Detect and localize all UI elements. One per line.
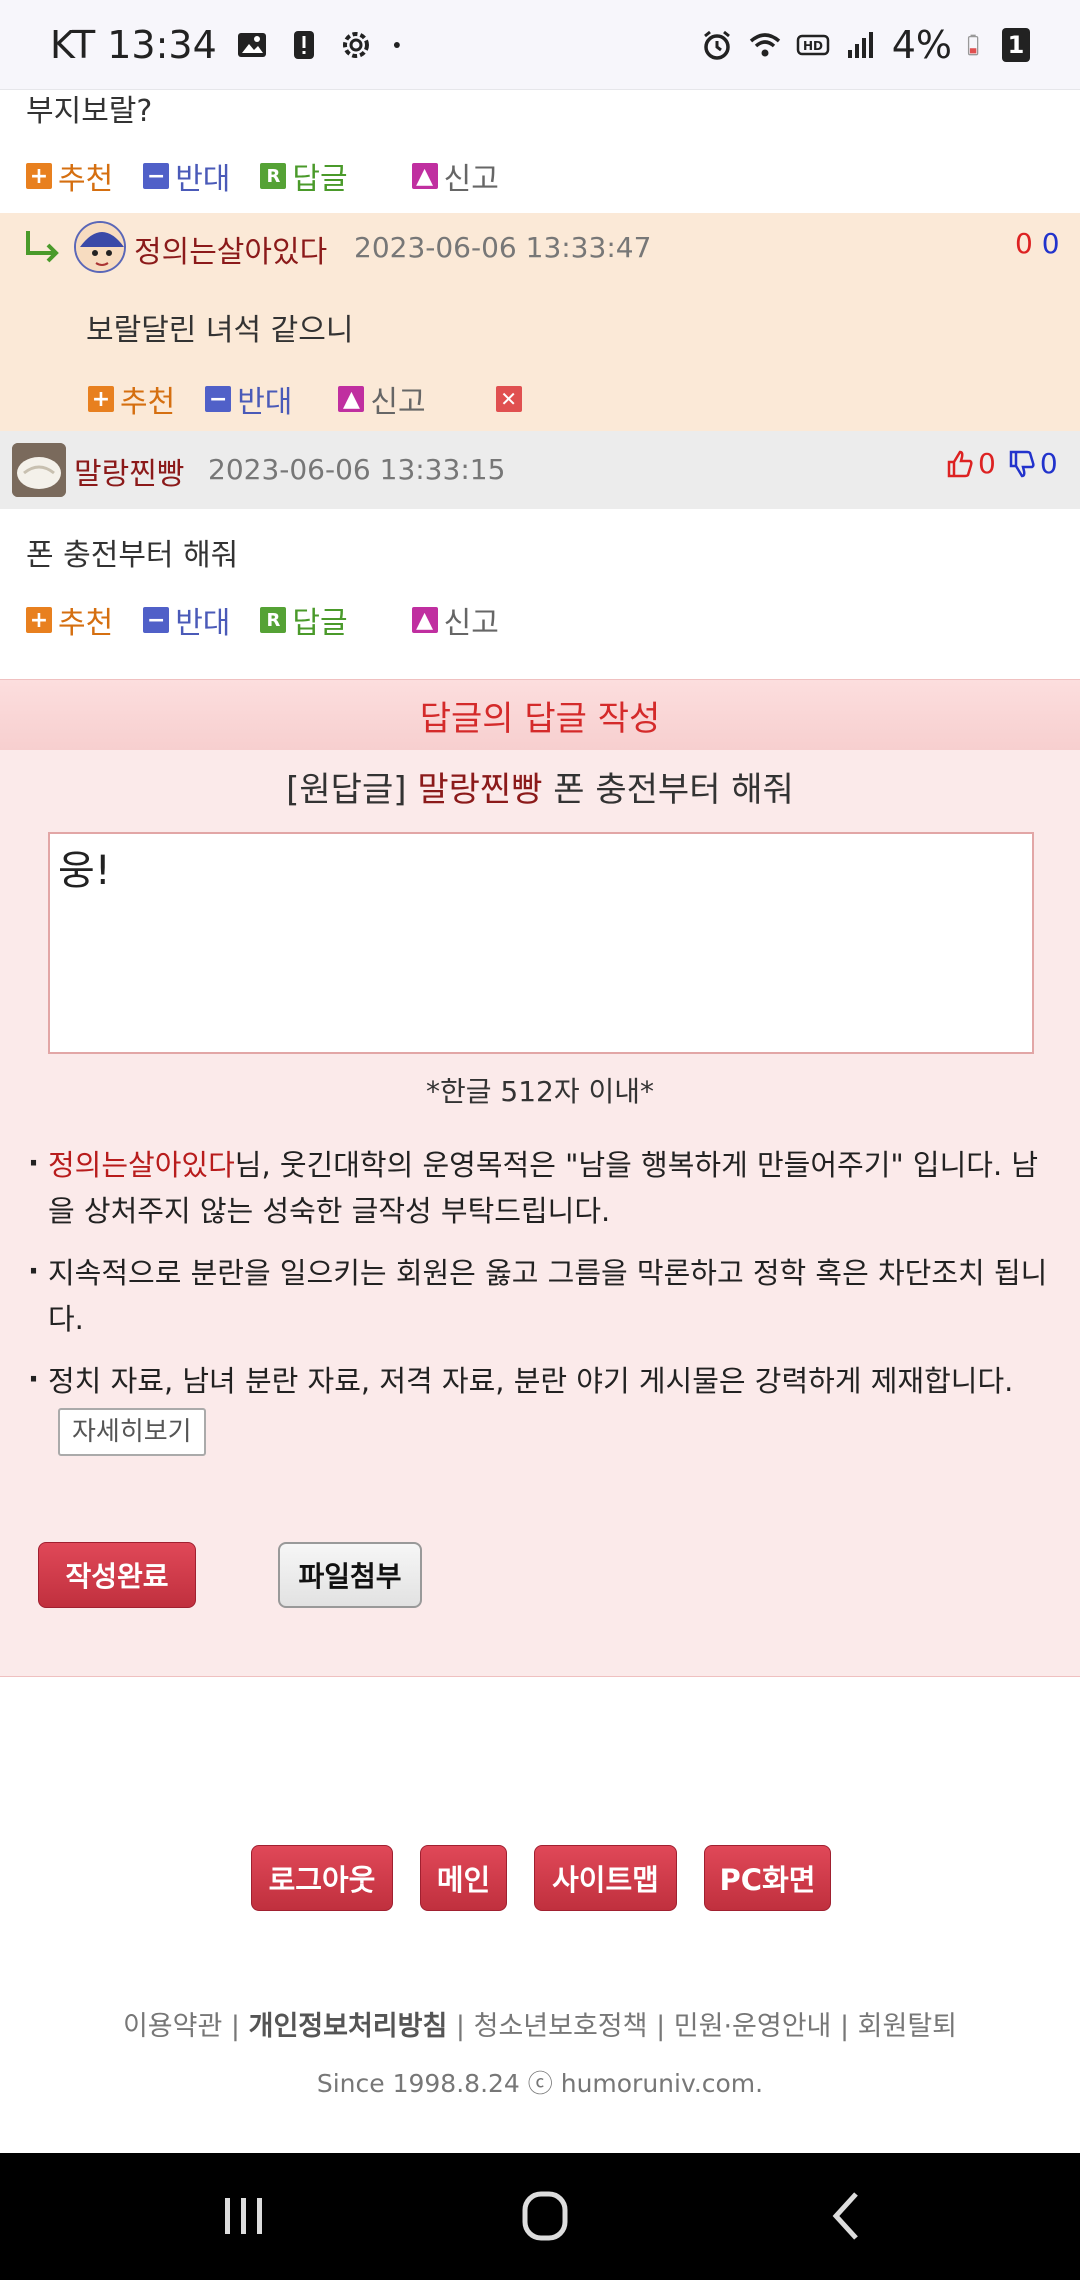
avatar-image xyxy=(76,223,124,271)
notice-item: 정의는살아있다님, 웃긴대학의 운영목적은 "남을 행복하게 만들어주기" 입니… xyxy=(28,1140,1058,1234)
form-title: 답글의 답글 작성 xyxy=(0,680,1080,750)
signal-icon xyxy=(847,31,873,58)
back-icon[interactable] xyxy=(818,2188,878,2244)
comment-date: 2023-06-06 13:33:15 xyxy=(208,453,506,486)
notice-list: 정의는살아있다님, 웃긴대학의 운영목적은 "남을 행복하게 만들어주기" 입니… xyxy=(28,1140,1058,1472)
reply-nickname[interactable]: 정의는살아있다 xyxy=(134,227,327,271)
down-count: 0 xyxy=(1039,447,1058,480)
detail-button[interactable]: 자세히보기 xyxy=(58,1408,206,1456)
minus-icon: − xyxy=(205,386,232,412)
original-reply: [원답글] 말랑찐빵 폰 충전부터 해줘 xyxy=(0,762,1080,811)
notice-text: 정치 자료, 남녀 분란 자료, 저격 자료, 분란 야기 게시물은 강력하게 … xyxy=(48,1364,1014,1398)
gallery-icon xyxy=(237,32,266,57)
comment-header: 말랑찐빵 2023-06-06 13:33:15 0 0 xyxy=(0,431,1080,509)
terms-link[interactable]: 이용약관 xyxy=(123,2011,222,2042)
reply-textarea[interactable]: 웅! xyxy=(48,832,1034,1054)
notification-count: 1 xyxy=(1002,27,1030,62)
notice-text: 지속적으로 분란을 일으키는 회원은 옳고 그름을 막론하고 정학 혹은 차단조… xyxy=(48,1256,1048,1336)
reply-form: 답글의 답글 작성 [원답글] 말랑찐빵 폰 충전부터 해줘 웅! *한글 51… xyxy=(0,679,1080,1677)
notice-item: 지속적으로 분란을 일으키는 회원은 옳고 그름을 막론하고 정학 혹은 차단조… xyxy=(28,1248,1058,1342)
avatar[interactable] xyxy=(12,443,66,497)
plus-icon: + xyxy=(26,607,52,633)
reply-text: 보랄달린 녀석 같으니 xyxy=(86,313,354,348)
reply-button[interactable]: R 답글 xyxy=(260,154,348,198)
main-button[interactable]: 메인 xyxy=(420,1845,507,1911)
orig-text: 폰 충전부터 해줘 xyxy=(553,770,794,810)
recommend-button[interactable]: + 추천 xyxy=(88,377,175,421)
comment-actions: + 추천 − 반대 R 답글 ▲ 신고 xyxy=(26,598,529,642)
report-button[interactable]: ▲ 신고 xyxy=(411,154,499,198)
reply-votes: 0 0 xyxy=(1015,227,1060,260)
up-count: 0 xyxy=(1015,227,1033,260)
plus-icon: + xyxy=(88,386,114,412)
status-bar: KT 13:34 HD 4% 1 xyxy=(0,0,1080,90)
guide-link[interactable]: 민원·운영안내 xyxy=(674,2011,832,2042)
attach-file-button[interactable]: 파일첨부 xyxy=(278,1542,422,1608)
battery-percent: 4% xyxy=(891,22,952,67)
comment-nickname[interactable]: 말랑찐빵 xyxy=(74,449,184,493)
siren-icon: ▲ xyxy=(411,163,438,189)
oppose-button[interactable]: − 반대 xyxy=(205,377,292,421)
comment-votes: 0 0 xyxy=(946,447,1058,480)
battery-icon xyxy=(967,34,979,55)
notice-nickname: 정의는살아있다 xyxy=(48,1148,235,1182)
char-limit: *한글 512자 이내* xyxy=(425,1075,655,1108)
sitemap-button[interactable]: 사이트맵 xyxy=(534,1845,677,1911)
siren-icon: ▲ xyxy=(411,607,438,633)
privacy-link[interactable]: 개인정보처리방침 xyxy=(249,2011,448,2042)
navigation-bar xyxy=(0,2153,1080,2280)
pc-view-button[interactable]: PC화면 xyxy=(704,1845,831,1911)
settings-icon xyxy=(342,31,369,58)
avatar[interactable] xyxy=(74,221,126,273)
thumbs-down-icon[interactable] xyxy=(1008,449,1036,479)
notice-item: 정치 자료, 남녀 분란 자료, 저격 자료, 분란 야기 게시물은 강력하게 … xyxy=(28,1356,1058,1456)
minus-icon: − xyxy=(143,163,170,189)
home-icon[interactable] xyxy=(515,2188,575,2244)
submit-button[interactable]: 작성완료 xyxy=(38,1542,196,1608)
youth-link[interactable]: 청소년보호정책 xyxy=(474,2011,648,2042)
down-count: 0 xyxy=(1041,227,1060,260)
reply-icon: R xyxy=(260,163,287,189)
up-count: 0 xyxy=(978,447,996,480)
carrier-time: KT 13:34 xyxy=(50,22,217,67)
report-button[interactable]: ▲ 신고 xyxy=(411,598,499,642)
siren-icon: ▲ xyxy=(338,386,365,412)
recommend-button[interactable]: + 추천 xyxy=(26,154,113,198)
reply-button[interactable]: R 답글 xyxy=(260,598,348,642)
reply-actions: + 추천 − 반대 ▲ 신고 ✕ xyxy=(88,377,558,421)
delete-button[interactable]: ✕ xyxy=(495,386,528,412)
recommend-button[interactable]: + 추천 xyxy=(26,598,113,642)
footer-links: 이용약관 | 개인정보처리방침 | 청소년보호정책 | 민원·운영안내 | 회원… xyxy=(122,2011,958,2042)
withdraw-link[interactable]: 회원탈퇴 xyxy=(858,2011,957,2042)
svg-text:HD: HD xyxy=(803,39,823,53)
comment-text: 폰 충전부터 해줘 xyxy=(26,538,239,573)
reply-icon: R xyxy=(260,607,287,633)
oppose-button[interactable]: − 반대 xyxy=(143,598,230,642)
copyright: Since 1998.8.24 ⓒ humoruniv.com. xyxy=(316,2069,764,2098)
dot-icon xyxy=(393,41,400,48)
logout-button[interactable]: 로그아웃 xyxy=(251,1845,393,1911)
minus-icon: − xyxy=(143,607,170,633)
reply-arrow-icon xyxy=(26,231,59,263)
thumbs-up-icon[interactable] xyxy=(946,449,974,479)
reply-date: 2023-06-06 13:33:47 xyxy=(354,231,652,264)
comment-text: 부지보랄? xyxy=(26,94,153,129)
recent-apps-icon[interactable] xyxy=(213,2188,273,2244)
oppose-button[interactable]: − 반대 xyxy=(143,154,230,198)
close-icon: ✕ xyxy=(495,386,522,412)
alarm-icon xyxy=(703,30,730,60)
plus-icon: + xyxy=(26,163,52,189)
wifi-icon xyxy=(749,32,780,56)
orig-prefix: [원답글] xyxy=(286,770,407,810)
hd-icon: HD xyxy=(796,34,829,55)
reply-comment: 정의는살아있다 2023-06-06 13:33:47 0 0 보랄달린 녀석 … xyxy=(0,213,1080,431)
comment-actions: + 추천 − 반대 R 답글 ▲ 신고 xyxy=(26,154,529,198)
orig-nickname: 말랑찐빵 xyxy=(417,770,543,810)
avatar-image xyxy=(12,443,66,497)
alert-icon xyxy=(293,30,314,59)
report-button[interactable]: ▲ 신고 xyxy=(338,377,426,421)
